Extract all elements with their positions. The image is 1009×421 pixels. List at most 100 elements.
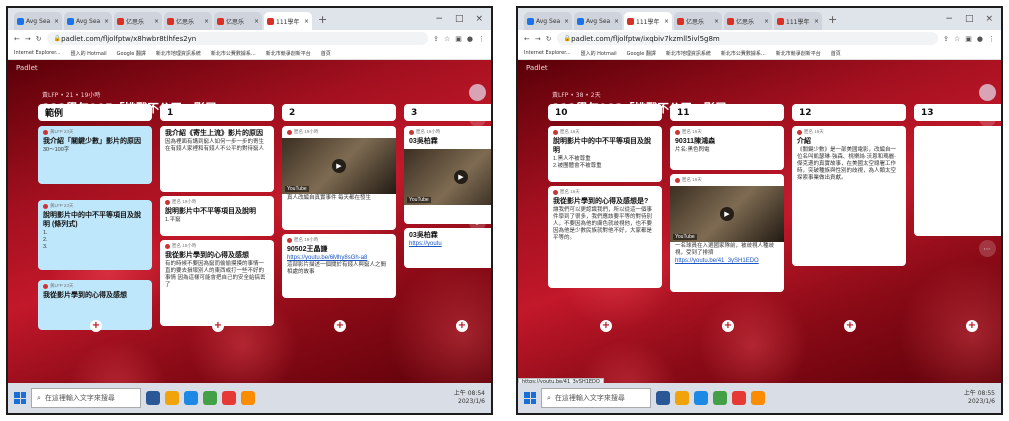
browser-tab[interactable]: 111學年 × (624, 12, 672, 30)
new-tab-button[interactable]: + (824, 13, 841, 26)
post-card[interactable]: 匿名 16天 介紹 《關鍵少數》是一部美國電影，改編自一位名叫凱瑟琳·強森、桃樂絲·… (792, 126, 906, 266)
start-button[interactable] (524, 392, 536, 404)
video-thumbnail[interactable]: ▶ YouTube (670, 186, 784, 242)
browser-tab[interactable]: 111學年 × (264, 12, 312, 30)
bookmark-star-icon[interactable]: ☆ (444, 35, 450, 43)
column-header[interactable]: 範例 (38, 104, 152, 121)
taskbar-app-icon[interactable] (222, 391, 236, 405)
column-header[interactable]: 2 (282, 104, 396, 121)
add-post-button[interactable]: + (334, 320, 346, 332)
close-window-button[interactable]: × (475, 14, 483, 24)
maximize-button[interactable]: □ (965, 14, 974, 24)
column-header[interactable]: 13 (914, 104, 1001, 121)
tab-close-icon[interactable]: × (104, 18, 109, 25)
bookmark-item[interactable]: 新北市公費數據系... (211, 50, 256, 57)
new-tab-button[interactable]: + (314, 13, 331, 26)
tab-close-icon[interactable]: × (154, 18, 159, 25)
tab-close-icon[interactable]: × (204, 18, 209, 25)
play-icon[interactable]: ▶ (332, 159, 346, 173)
bookmark-item[interactable]: Internet Explorer... (14, 50, 61, 56)
back-button[interactable]: ← (14, 35, 20, 43)
maximize-button[interactable]: □ (455, 14, 464, 24)
extensions-icon[interactable]: ▣ (965, 35, 972, 43)
browser-tab[interactable]: Avg Sea × (574, 12, 622, 30)
taskbar-search[interactable]: ⌕ 在這裡輸入文字來搜尋 (541, 388, 651, 408)
tab-close-icon[interactable]: × (564, 18, 569, 25)
bookmark-item[interactable]: Internet Explorer... (524, 50, 571, 56)
menu-icon[interactable]: ⋮ (988, 35, 995, 43)
post-card[interactable]: 匿名 19小時 03吳柏霖 ▶ YouTube (404, 126, 491, 224)
avatar[interactable] (468, 84, 486, 101)
start-button[interactable] (14, 392, 26, 404)
extensions-icon[interactable]: ▣ (455, 35, 462, 43)
post-card[interactable] (914, 126, 1001, 236)
column-header[interactable]: 3 (404, 104, 491, 121)
bookmark-item[interactable]: 首頁 (321, 50, 331, 57)
taskbar-app-icon[interactable] (203, 391, 217, 405)
add-post-button[interactable]: + (966, 320, 978, 332)
taskbar-app-icon[interactable] (751, 391, 765, 405)
post-card[interactable]: 03吳柏霖 https://youtu (404, 228, 491, 268)
taskbar-app-icon[interactable] (656, 391, 670, 405)
share-icon[interactable]: ⇪ (433, 35, 439, 43)
forward-button[interactable]: → (25, 35, 31, 43)
taskbar-app-icon[interactable] (732, 391, 746, 405)
reload-button[interactable]: ↻ (36, 35, 42, 43)
post-link[interactable]: https://youtu (409, 241, 491, 247)
video-thumbnail[interactable]: ▶ YouTube (282, 138, 396, 194)
post-link[interactable]: https://youtu.be/41_3ySH1EDO (675, 258, 779, 264)
bookmark-item[interactable]: 匯入的 Hotmail (581, 50, 617, 57)
post-card[interactable]: 匿名 19小時 我從影片學到的心得及感想 有的時候不要因為窮而偷偷摸摸的事情一直的要… (160, 240, 274, 326)
taskbar-app-icon[interactable] (241, 391, 255, 405)
taskbar-app-icon[interactable] (184, 391, 198, 405)
minimize-button[interactable]: − (945, 14, 953, 24)
column-header[interactable]: 12 (792, 104, 906, 121)
post-card[interactable]: 匿名 19小時 說明影片中不平等項目及說明 1.平窮 (160, 196, 274, 236)
bookmark-item[interactable]: Google 翻譯 (117, 50, 146, 57)
share-icon[interactable]: ⇪ (943, 35, 949, 43)
tab-close-icon[interactable]: × (304, 18, 309, 25)
tab-close-icon[interactable]: × (54, 18, 59, 25)
menu-icon[interactable]: ⋮ (478, 35, 485, 43)
play-icon[interactable]: ▶ (454, 170, 468, 184)
tab-close-icon[interactable]: × (764, 18, 769, 25)
taskbar-app-icon[interactable] (146, 391, 160, 405)
post-card[interactable]: 匿名 19小時 90502王晶謙 https://youtu.be/6Mhy8sGh… (282, 234, 396, 298)
post-card[interactable]: 匿名 19小時 ▶ YouTube 真人改編自真實事件 每天都在發生 (282, 126, 396, 230)
post-card[interactable]: 匿名 16天 ▶ YouTube 一名球員在入選國家隊前，被歧視人種歧視，受到了排擠 h… (670, 174, 784, 292)
column-header[interactable]: 10 (548, 104, 662, 121)
post-card[interactable]: 匿名 16天 90311陳鴻森 片名:黑色閃電 (670, 126, 784, 170)
avatar[interactable] (978, 84, 996, 101)
post-link[interactable]: https://youtu.be/6Mhy8sGh-a8 (287, 255, 391, 261)
bookmark-item[interactable]: 首頁 (831, 50, 841, 57)
bookmark-item[interactable]: 新北市競爭創新平台 (266, 50, 311, 57)
play-icon[interactable]: ▶ (720, 207, 734, 221)
more-icon[interactable]: ⋯ (978, 240, 996, 257)
post-card[interactable]: 黃LFP 23天 說明影片中的中不平等項目及說明 (條列式) 1. 2. 3. (38, 200, 152, 270)
tab-close-icon[interactable]: × (614, 18, 619, 25)
bookmark-item[interactable]: 新北市競爭創新平台 (776, 50, 821, 57)
video-thumbnail[interactable]: ▶ YouTube (404, 149, 491, 205)
bookmark-item[interactable]: Google 翻譯 (627, 50, 656, 57)
add-post-button[interactable]: + (90, 320, 102, 332)
browser-tab[interactable]: 亿思乐 × (724, 12, 772, 30)
browser-tab[interactable]: Avg Sea × (14, 12, 62, 30)
add-post-button[interactable]: + (456, 320, 468, 332)
browser-tab[interactable]: 亿思乐 × (214, 12, 262, 30)
tab-close-icon[interactable]: × (814, 18, 819, 25)
bookmark-item[interactable]: 匯入的 Hotmail (71, 50, 107, 57)
bookmark-item[interactable]: 新北市地理資訊系統 (156, 50, 201, 57)
add-post-button[interactable]: + (212, 320, 224, 332)
tab-close-icon[interactable]: × (714, 18, 719, 25)
add-post-button[interactable]: + (722, 320, 734, 332)
browser-tab[interactable]: 亿思乐 × (164, 12, 212, 30)
taskbar-app-icon[interactable] (713, 391, 727, 405)
post-card[interactable]: 黃LFP 23天 我介紹「關鍵少數」影片的原因 30～100字 (38, 126, 152, 184)
profile-avatar[interactable]: ● (467, 35, 473, 43)
post-card[interactable]: 匿名 16天 我從影片學到的心得及感想是? 讓我們可以更認識我們，所以從這一個事件學… (548, 186, 662, 288)
bookmark-item[interactable]: 新北市公費數據系... (721, 50, 766, 57)
browser-tab[interactable]: 111學年 × (774, 12, 822, 30)
browser-tab[interactable]: Avg Sea × (64, 12, 112, 30)
close-window-button[interactable]: × (985, 14, 993, 24)
url-field[interactable]: 🔒 padlet.com/fljolfptw/x8hwbr8tlhfes2yn (46, 32, 429, 45)
